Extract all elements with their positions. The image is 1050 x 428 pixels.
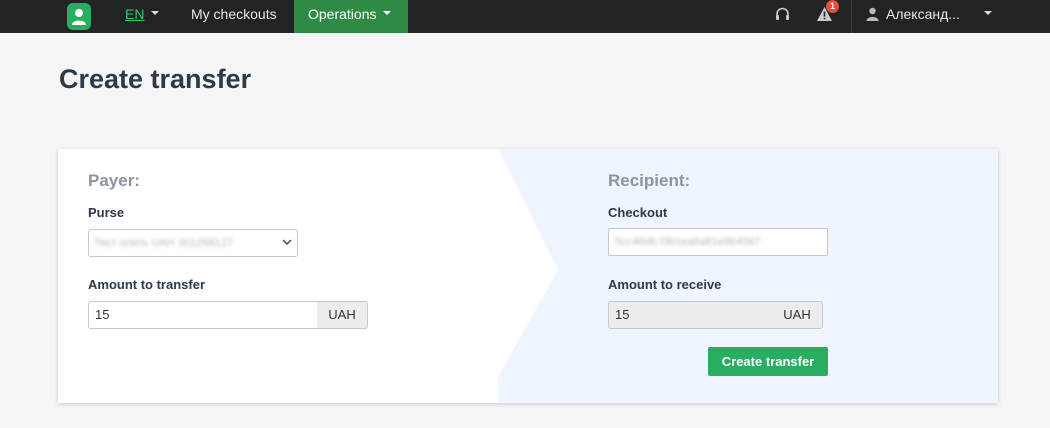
language-selector[interactable]: EN xyxy=(125,0,160,33)
nav-divider xyxy=(851,0,852,33)
chevron-down-icon[interactable] xyxy=(984,11,992,15)
checkout-input[interactable]: 5cc46db f3b1ea6a81e8b4567 xyxy=(608,228,828,256)
amount-transfer-group: 15 UAH xyxy=(88,301,368,329)
page-title: Create transfer xyxy=(59,64,252,94)
top-navbar: EN My checkouts Operations 1 Александ... xyxy=(0,0,1050,33)
recipient-panel-background xyxy=(498,149,998,403)
nav-operations-label: Operations xyxy=(308,6,377,22)
amount-receive-group: 15 UAH xyxy=(608,301,823,329)
checkout-value: 5cc46db f3b1ea6a81e8b4567 xyxy=(615,236,761,248)
amount-receive-label: Amount to receive xyxy=(608,277,722,292)
amount-transfer-label: Amount to transfer xyxy=(88,277,205,292)
amount-receive-input: 15 xyxy=(608,301,773,329)
chevron-down-icon xyxy=(151,11,160,16)
chevron-down-icon xyxy=(282,239,292,245)
create-transfer-button[interactable]: Create transfer xyxy=(708,347,828,376)
checkout-label: Checkout xyxy=(608,205,668,220)
nav-operations[interactable]: Operations xyxy=(294,0,408,33)
recipient-title: Recipient: xyxy=(608,171,691,190)
chevron-down-icon xyxy=(383,11,392,16)
user-menu[interactable]: Александ... xyxy=(886,0,960,33)
purse-value: Тест олеть UAH 301268127 xyxy=(94,237,234,249)
app-logo[interactable] xyxy=(67,3,91,30)
payer-title: Payer: xyxy=(88,171,140,190)
headset-icon[interactable] xyxy=(774,6,791,28)
transfer-card: Payer: Purse Тест олеть UAH 301268127 Am… xyxy=(58,149,998,403)
purse-select[interactable]: Тест олеть UAH 301268127 xyxy=(88,229,298,257)
user-avatar-icon xyxy=(72,9,86,25)
language-label: EN xyxy=(125,6,145,22)
alerts-count-badge: 1 xyxy=(826,0,839,13)
amount-transfer-input[interactable]: 15 xyxy=(88,301,318,329)
payer-currency-addon: UAH xyxy=(317,301,368,329)
purse-label: Purse xyxy=(88,205,125,220)
recipient-currency-addon: UAH xyxy=(772,301,823,329)
nav-my-checkouts[interactable]: My checkouts xyxy=(191,0,277,33)
user-icon xyxy=(866,7,879,26)
